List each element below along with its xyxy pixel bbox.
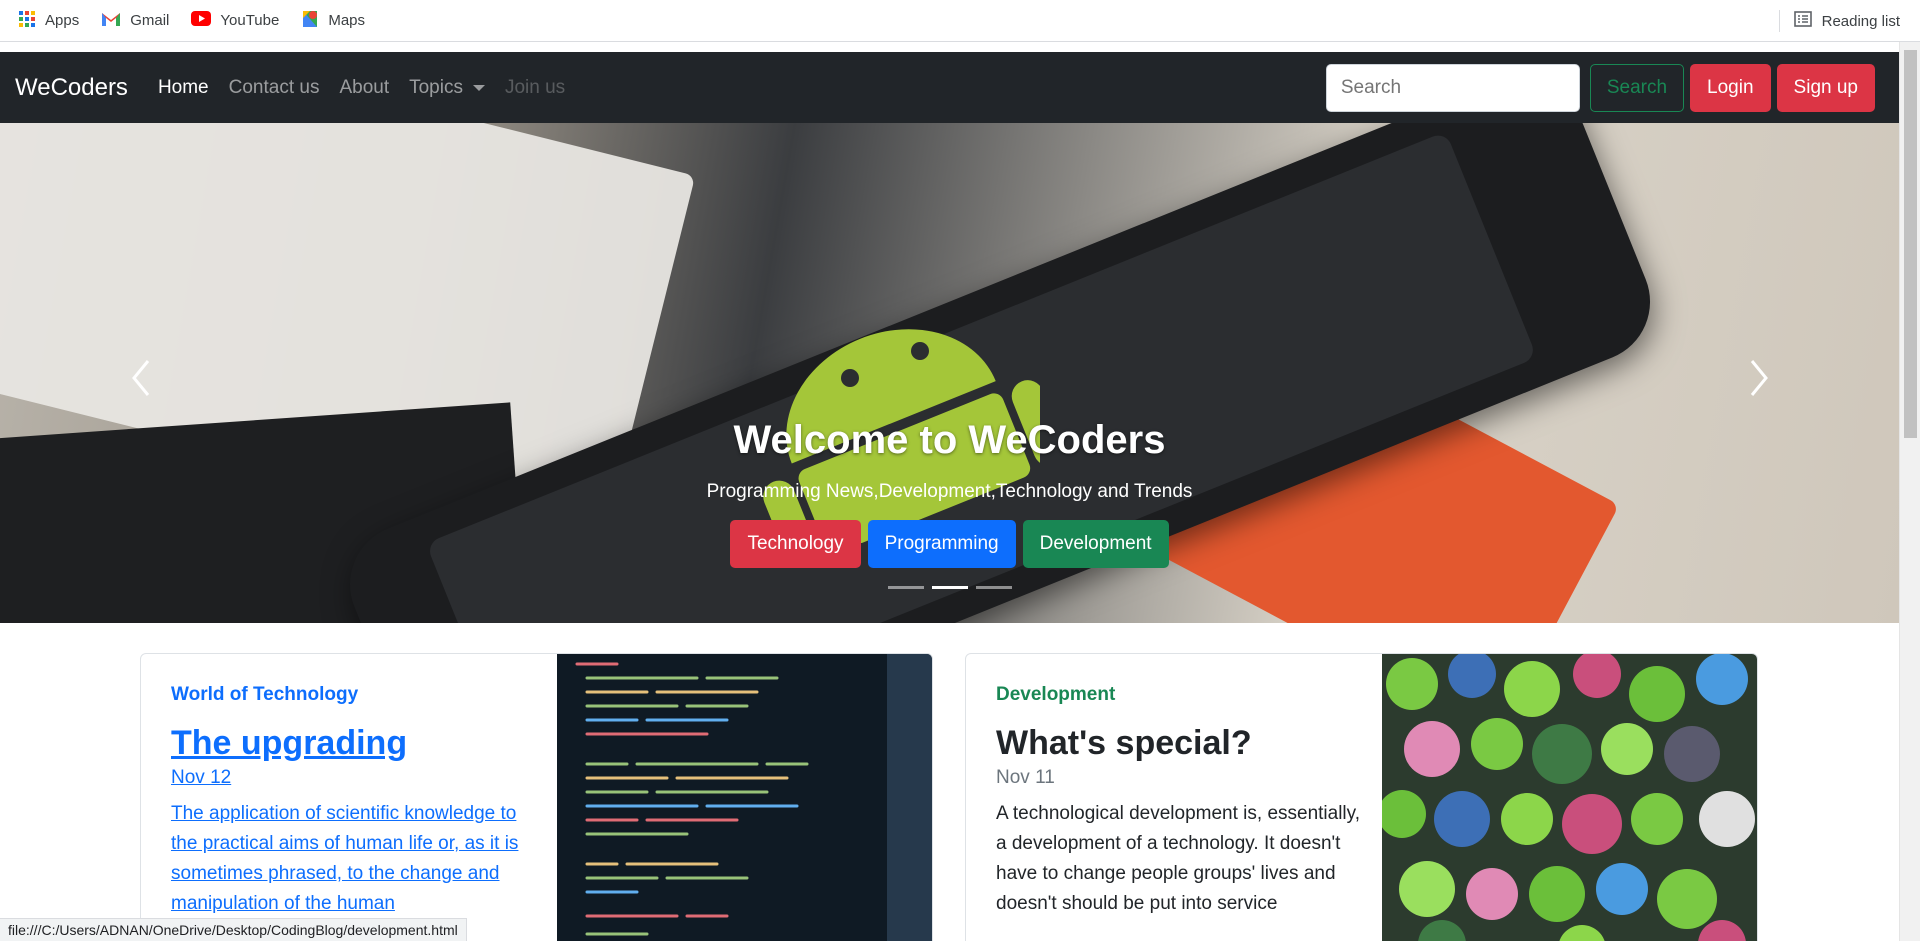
bookmark-label: Maps (328, 12, 366, 29)
card-date: Nov 11 (996, 767, 1055, 788)
caret-down-icon (472, 84, 485, 91)
bookmark-label: YouTube (220, 12, 280, 29)
search-input[interactable] (1325, 64, 1580, 112)
technology-button[interactable]: Technology (730, 520, 861, 568)
youtube-icon (191, 11, 212, 30)
card-category: World of Technology (171, 684, 359, 705)
bookmark-label: Gmail (130, 12, 170, 29)
article-card: Development What's special? Nov 11 A tec… (965, 653, 1758, 941)
reading-list-icon (1793, 11, 1812, 31)
nav-home[interactable]: Home (158, 77, 209, 99)
card-date[interactable]: Nov 12 (171, 767, 541, 789)
bookmark-gmail[interactable]: Gmail (101, 11, 169, 31)
bookmarks-divider (1779, 10, 1780, 32)
carousel-indicator[interactable] (975, 586, 1012, 589)
reading-list-button[interactable]: Reading list (1793, 0, 1900, 42)
bookmark-youtube[interactable]: YouTube (191, 11, 279, 30)
carousel-next-icon[interactable] (1738, 353, 1778, 403)
article-card: World of Technology The upgrading Nov 12… (140, 653, 933, 941)
card-body: Development What's special? Nov 11 A tec… (996, 684, 1366, 919)
nav-about[interactable]: About (339, 77, 389, 99)
status-bar-url: file:///C:/Users/ADNAN/OneDrive/Desktop/… (0, 918, 467, 941)
signup-button[interactable]: Sign up (1776, 64, 1875, 112)
android-figures-image (1382, 654, 1757, 941)
brand-logo[interactable]: WeCoders (15, 74, 128, 102)
card-text[interactable]: The application of scientific knowledge … (171, 799, 541, 919)
development-button[interactable]: Development (1022, 520, 1169, 568)
bookmark-maps[interactable]: Maps (301, 9, 365, 33)
maps-icon (301, 9, 319, 33)
card-category: Development (996, 684, 1116, 705)
scrollbar-thumb[interactable] (1904, 50, 1917, 438)
nav-topics-label: Topics (409, 76, 463, 98)
bookmark-apps[interactable]: Apps (18, 10, 79, 32)
card-body: World of Technology The upgrading Nov 12… (171, 684, 541, 919)
carousel-indicator[interactable] (931, 586, 968, 589)
programming-button[interactable]: Programming (867, 520, 1016, 568)
apps-grid-icon (18, 10, 36, 32)
login-button[interactable]: Login (1690, 64, 1771, 112)
main-navbar: WeCoders Home Contact us About Topics Jo… (0, 52, 1899, 123)
code-screen-image (557, 654, 932, 941)
nav-join-us: Join us (504, 76, 566, 98)
carousel-subtitle: Programming News,Development,Technology … (706, 481, 1193, 502)
card-title[interactable]: The upgrading (171, 724, 541, 763)
page-scrollbar[interactable] (1899, 42, 1920, 941)
hero-carousel: Welcome to WeCoders Programming News,Dev… (0, 123, 1899, 623)
carousel-buttons: Technology Programming Development (0, 520, 1899, 568)
nav-contact[interactable]: Contact us (229, 77, 320, 99)
carousel-indicators (0, 586, 1899, 589)
nav-topics-dropdown[interactable]: Topics (409, 77, 485, 99)
carousel-prev-icon[interactable] (122, 353, 162, 403)
carousel-title: Welcome to WeCoders (733, 418, 1166, 462)
carousel-indicator[interactable] (887, 586, 924, 589)
bookmark-label: Apps (45, 12, 80, 29)
gmail-icon (101, 11, 121, 31)
card-title: What's special? (996, 724, 1252, 762)
search-button[interactable]: Search (1589, 64, 1685, 112)
bookmarks-bar: Apps Gmail YouTube Maps Reading list (0, 0, 1920, 42)
nav-search-form: Search Login Sign up (1325, 64, 1875, 112)
card-text: A technological development is, essentia… (996, 803, 1361, 914)
card-title-link[interactable]: The upgrading (171, 724, 407, 762)
reading-list-label: Reading list (1821, 12, 1900, 30)
carousel-caption: Welcome to WeCoders Programming News,Dev… (0, 418, 1899, 568)
